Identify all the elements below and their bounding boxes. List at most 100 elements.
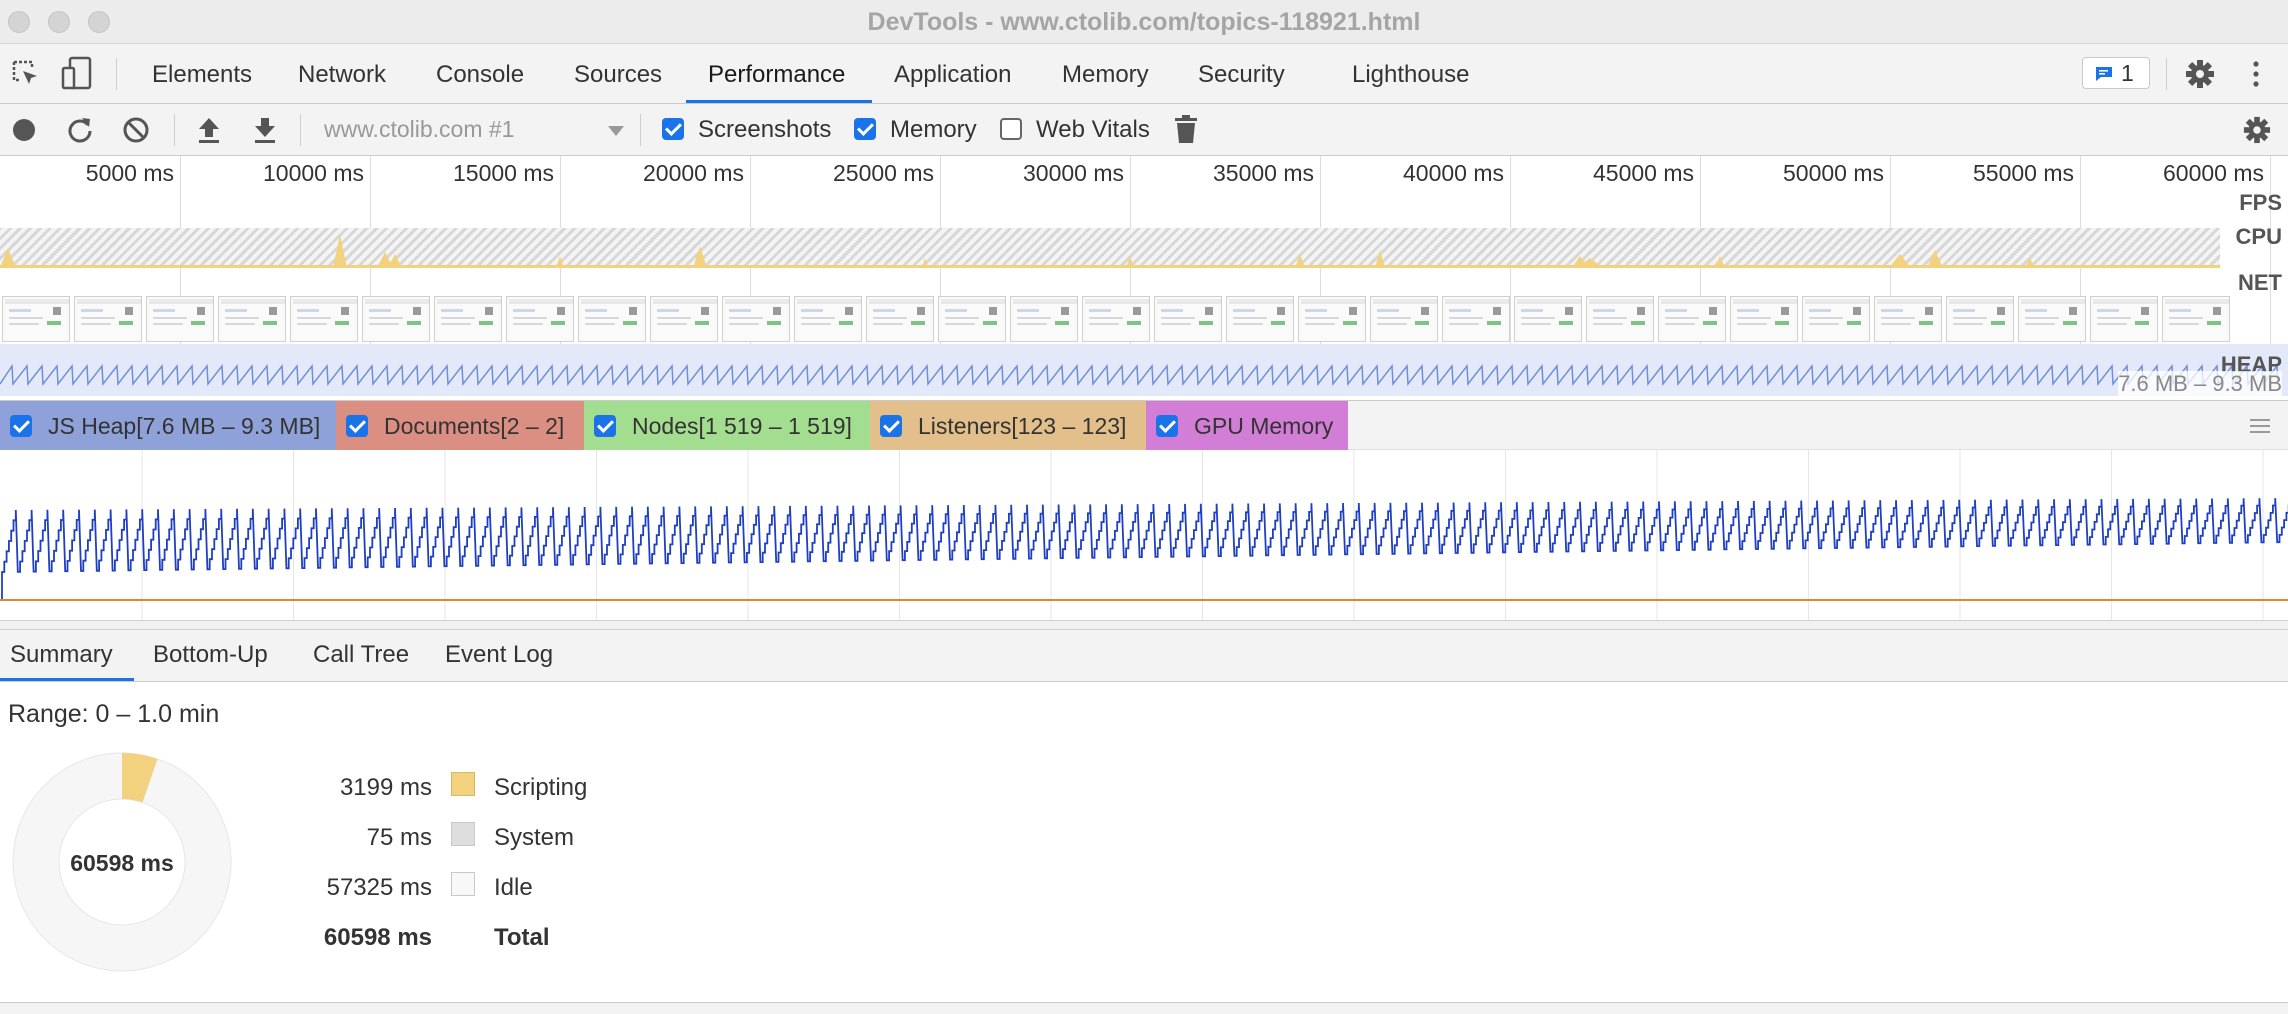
cpu-activity-spike	[1375, 250, 1385, 268]
screenshot-thumbnail	[794, 296, 862, 342]
counter-nodes-label: Nodes[1 519 – 1 519]	[632, 413, 852, 439]
counter-gpu-memory[interactable]: GPU Memory	[1146, 401, 1348, 450]
tab-network[interactable]: Network	[298, 44, 386, 103]
details-tabbar: Summary Bottom-Up Call Tree Event Log	[0, 630, 2288, 682]
tab-console[interactable]: Console	[436, 44, 524, 103]
cpu-activity-spike	[388, 254, 402, 268]
nodes-checkbox[interactable]	[594, 415, 616, 437]
tab-security[interactable]: Security	[1198, 44, 1285, 103]
web-vitals-checkbox[interactable]	[1000, 118, 1022, 140]
screenshot-thumbnail	[2018, 296, 2086, 342]
status-bar	[0, 1002, 2288, 1014]
total-label: Total	[494, 924, 550, 951]
screenshot-thumbnail	[1874, 296, 1942, 342]
message-icon	[2096, 67, 2112, 81]
tab-event-log[interactable]: Event Log	[445, 630, 553, 681]
screenshot-thumbnail	[1802, 296, 1870, 342]
ruler-tick-label: 10000 ms	[262, 160, 364, 186]
cpu-activity-chart	[0, 234, 2220, 268]
idle-label: Idle	[494, 874, 533, 901]
ruler-tick-label: 20000 ms	[642, 160, 744, 186]
counter-documents-label: Documents[2 – 2]	[384, 413, 565, 439]
screenshot-thumbnail	[1586, 296, 1654, 342]
tab-performance[interactable]: Performance	[708, 44, 845, 103]
reload-record-icon[interactable]	[66, 116, 94, 144]
issues-badge[interactable]: 1	[2082, 57, 2150, 89]
screenshot-thumbnail	[218, 296, 286, 342]
cpu-activity-spike	[333, 234, 347, 268]
download-icon[interactable]	[252, 116, 278, 144]
cpu-track-label: CPU	[2235, 224, 2282, 249]
ruler-tick-label: 30000 ms	[1022, 160, 1124, 186]
record-icon[interactable]	[12, 118, 36, 142]
upload-icon[interactable]	[196, 116, 222, 144]
tab-summary[interactable]: Summary	[10, 630, 113, 681]
clear-icon[interactable]	[122, 116, 150, 144]
chevron-down-icon[interactable]	[608, 126, 624, 136]
idle-value: 57325 ms	[326, 874, 432, 901]
tab-call-tree[interactable]: Call Tree	[313, 630, 409, 681]
memory-counters-bar: JS Heap[7.6 MB – 9.3 MB] Documents[2 – 2…	[0, 400, 2288, 450]
main-tabbar: Elements Network Console Sources Perform…	[0, 44, 2288, 104]
js-heap-checkbox[interactable]	[10, 415, 32, 437]
counter-js-heap[interactable]: JS Heap[7.6 MB – 9.3 MB]	[0, 401, 336, 450]
screenshot-thumbnail	[1946, 296, 2014, 342]
capture-settings-gear-icon[interactable]	[2243, 116, 2271, 144]
net-track-label: NET	[2238, 270, 2282, 295]
tab-memory[interactable]: Memory	[1062, 44, 1149, 103]
settings-gear-icon[interactable]	[2185, 59, 2215, 89]
cpu-activity-spike	[1126, 256, 1134, 268]
ruler-tick-label: 25000 ms	[832, 160, 934, 186]
memory-checkbox[interactable]	[854, 118, 876, 140]
trash-icon[interactable]	[1175, 115, 1197, 143]
screenshot-thumbnail	[1298, 296, 1366, 342]
ruler-tick-label: 55000 ms	[1972, 160, 2074, 186]
screenshot-thumbnail	[2, 296, 70, 342]
tab-lighthouse[interactable]: Lighthouse	[1352, 44, 1469, 103]
ruler-tick-label: 60000 ms	[2162, 160, 2264, 186]
documents-checkbox[interactable]	[346, 415, 368, 437]
system-swatch	[451, 822, 475, 846]
screenshot-thumbnail	[1658, 296, 1726, 342]
panel-splitter[interactable]	[0, 620, 2288, 630]
total-value: 60598 ms	[323, 924, 432, 951]
ruler-tick-label: 45000 ms	[1592, 160, 1694, 186]
counter-listeners-label: Listeners[123 – 123]	[918, 413, 1127, 439]
cpu-activity-spike	[1927, 250, 1943, 268]
listeners-checkbox[interactable]	[880, 415, 902, 437]
idle-swatch	[451, 872, 475, 896]
memory-graph[interactable]	[0, 450, 2288, 620]
screenshots-checkbox[interactable]	[662, 118, 684, 140]
tab-elements[interactable]: Elements	[152, 44, 252, 103]
screenshot-thumbnail	[2162, 296, 2230, 342]
ruler-tick-label: 15000 ms	[452, 160, 554, 186]
summary-panel: Range: 0 – 1.0 min 60598 ms 3199 ms Scri…	[0, 682, 2288, 1002]
tab-sources[interactable]: Sources	[574, 44, 662, 103]
device-toolbar-icon[interactable]	[60, 56, 94, 90]
active-details-tab-indicator	[0, 678, 134, 681]
screenshot-thumbnail	[506, 296, 574, 342]
counter-listeners[interactable]: Listeners[123 – 123]	[870, 401, 1146, 450]
inspect-element-icon[interactable]	[10, 58, 42, 90]
ruler-tick-label: 40000 ms	[1402, 160, 1504, 186]
js-heap-line	[1, 498, 2288, 600]
more-options-icon[interactable]	[2250, 60, 2262, 88]
performance-toolbar: www.ctolib.com #1 Screenshots Memory Web…	[0, 104, 2288, 156]
screenshot-thumbnail	[1442, 296, 1510, 342]
scripting-label: Scripting	[494, 774, 588, 801]
web-vitals-label: Web Vitals	[1036, 116, 1150, 143]
profile-select[interactable]: www.ctolib.com #1	[324, 116, 514, 143]
counter-nodes[interactable]: Nodes[1 519 – 1 519]	[584, 401, 870, 450]
screenshot-thumbnail	[362, 296, 430, 342]
timeline-overview[interactable]: 5000 ms 10000 ms 15000 ms 20000 ms 25000 ms 3…	[0, 156, 2288, 397]
gpu-memory-checkbox[interactable]	[1156, 415, 1178, 437]
system-label: System	[494, 824, 575, 851]
js-heap-graph	[0, 450, 2288, 620]
memory-label: Memory	[890, 116, 977, 143]
hamburger-menu-icon[interactable]	[2250, 419, 2270, 433]
tab-application[interactable]: Application	[894, 44, 1011, 103]
cpu-activity-spike	[2025, 258, 2035, 268]
active-tab-indicator	[686, 100, 872, 103]
tab-bottom-up[interactable]: Bottom-Up	[153, 630, 268, 681]
counter-documents[interactable]: Documents[2 – 2]	[336, 401, 584, 450]
